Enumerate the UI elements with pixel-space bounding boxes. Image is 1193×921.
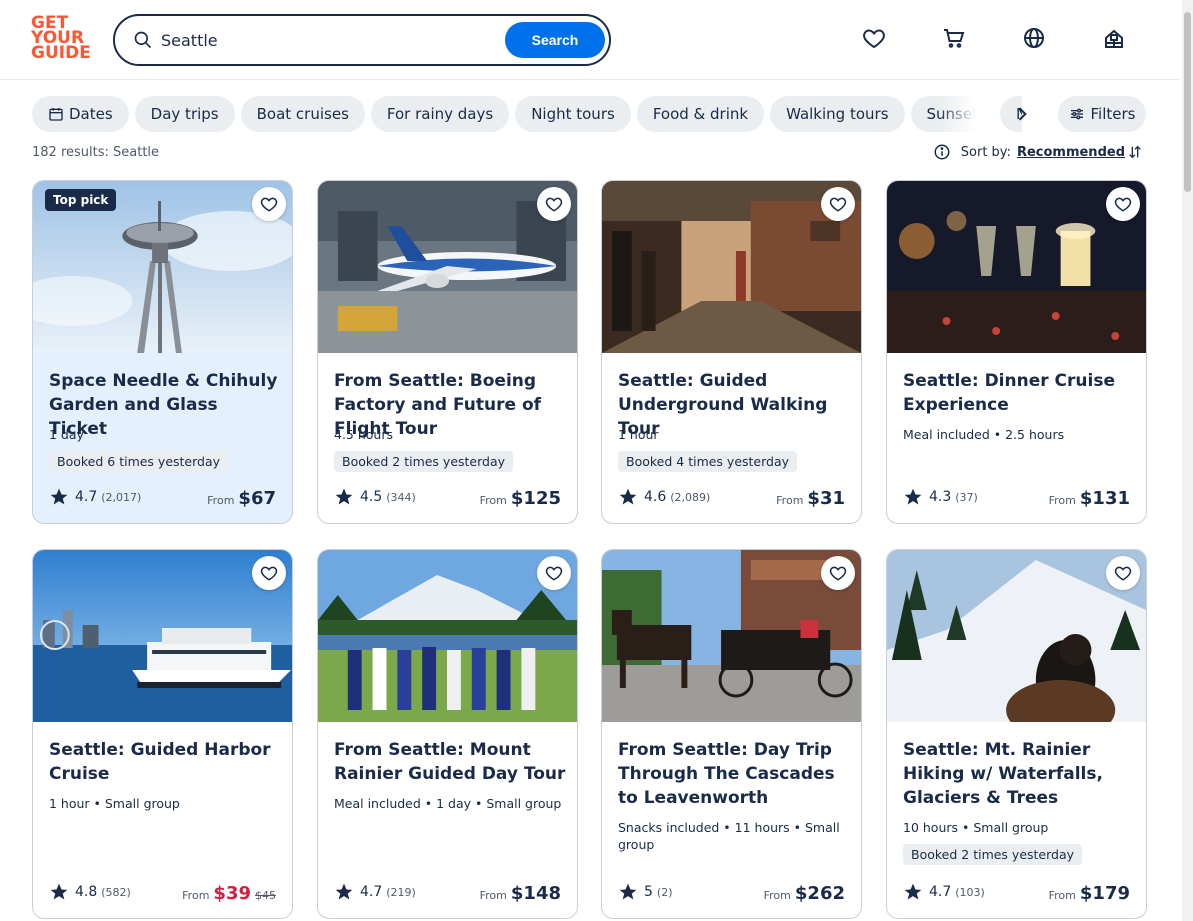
activity-title[interactable]: Seattle: Dinner Cruise Experience	[903, 369, 1135, 417]
star-icon	[50, 488, 68, 505]
chip-night-tours[interactable]: Night tours	[515, 96, 631, 132]
wishlist-button[interactable]	[252, 187, 286, 221]
globe-icon[interactable]	[1022, 26, 1046, 50]
star-icon	[335, 488, 353, 505]
activity-meta: 1 hour	[618, 427, 659, 442]
activity-card[interactable]: From Seattle: Boeing Factory and Future …	[317, 180, 578, 524]
chip-rainy-days[interactable]: For rainy days	[370, 96, 510, 132]
activity-card[interactable]: From Seattle: Day Trip Through The Casca…	[601, 549, 862, 919]
rating: 4.7 (103)	[903, 882, 985, 902]
activity-meta: 1 day	[49, 427, 84, 442]
filter-chips: Dates Day trips Boat cruises For rainy day…	[32, 96, 1022, 132]
booked-badge: Booked 2 times yesterday	[334, 451, 514, 472]
heart-icon	[260, 197, 278, 212]
activity-title[interactable]: From Seattle: Day Trip Through The Casca…	[618, 738, 850, 810]
search-input[interactable]	[161, 26, 501, 54]
activity-card[interactable]: Seattle: Guided Underground Walking Tour…	[601, 180, 862, 524]
calendar-icon	[49, 108, 63, 121]
wishlist-button[interactable]	[1106, 556, 1140, 590]
chip-food-drink[interactable]: Food & drink	[636, 96, 765, 132]
top-header: GET YOUR GUIDE Search	[0, 0, 1180, 80]
rating: 4.7 (2,017)	[49, 487, 141, 507]
heart-icon	[1114, 566, 1132, 581]
heart-icon	[545, 566, 563, 581]
rating: 4.8 (582)	[49, 882, 131, 902]
activity-title[interactable]: From Seattle: Mount Rainier Guided Day T…	[334, 738, 566, 786]
heart-icon	[1114, 197, 1132, 212]
activity-card[interactable]: From Seattle: Mount Rainier Guided Day T…	[317, 549, 578, 919]
activity-card[interactable]: Seattle: Mt. Rainier Hiking w/ Waterfall…	[886, 549, 1147, 919]
chip-boat-cruises[interactable]: Boat cruises	[240, 96, 365, 132]
scrollbar-thumb[interactable]	[1184, 12, 1191, 192]
price: From $39 $45	[182, 883, 276, 904]
star-icon	[619, 488, 637, 505]
getyourguide-logo[interactable]: GET YOUR GUIDE	[31, 15, 91, 62]
chips-fade	[940, 96, 1000, 132]
activity-meta: Meal included • 2.5 hours	[903, 427, 1065, 442]
star-icon	[335, 883, 353, 900]
price: From $148	[479, 883, 561, 904]
sort-arrows-icon	[1129, 145, 1141, 159]
rating: 5 (2)	[618, 882, 673, 902]
wishlist-button[interactable]	[821, 187, 855, 221]
wishlist-button[interactable]	[1106, 187, 1140, 221]
chevron-right-icon[interactable]	[1012, 104, 1032, 124]
heart-icon	[545, 197, 563, 212]
chip-walking-tours[interactable]: Walking tours	[770, 96, 905, 132]
search-icon	[134, 31, 152, 49]
booked-badge: Booked 2 times yesterday	[903, 844, 1083, 865]
wishlist-button[interactable]	[252, 556, 286, 590]
star-icon	[50, 883, 68, 900]
search-button[interactable]: Search	[505, 22, 605, 58]
price: From $262	[763, 883, 845, 904]
price: From $31	[776, 488, 845, 509]
heart-icon	[260, 566, 278, 581]
activity-meta: Snacks included • 11 hours • Small group	[618, 820, 840, 852]
sort-control[interactable]: Sort by: Recommended	[931, 143, 1145, 161]
rating: 4.6 (2,089)	[618, 487, 710, 507]
results-summary: 182 results: Seattle	[32, 145, 160, 160]
rating: 4.7 (219)	[334, 882, 416, 902]
sliders-icon	[1070, 108, 1083, 120]
heart-icon	[829, 566, 847, 581]
heart-icon	[829, 197, 847, 212]
wishlist-button[interactable]	[537, 187, 571, 221]
search-bar: Search	[113, 14, 611, 66]
activity-title[interactable]: Seattle: Guided Harbor Cruise	[49, 738, 281, 786]
wishlist-button[interactable]	[821, 556, 855, 590]
wishlist-button[interactable]	[537, 556, 571, 590]
activity-meta: 1 hour • Small group	[49, 796, 180, 811]
booked-badge: Booked 4 times yesterday	[618, 451, 798, 472]
rating: 4.3 (37)	[903, 487, 978, 507]
price: From $125	[479, 488, 561, 509]
top-pick-badge: Top pick	[45, 189, 117, 211]
booked-badge: Booked 6 times yesterday	[49, 451, 229, 472]
chip-day-trips[interactable]: Day trips	[134, 96, 235, 132]
cart-icon[interactable]	[942, 26, 966, 50]
activity-title[interactable]: Seattle: Mt. Rainier Hiking w/ Waterfall…	[903, 738, 1135, 810]
activity-card[interactable]: Seattle: Guided Harbor Cruise 1 hour • S…	[32, 549, 293, 919]
star-icon	[904, 488, 922, 505]
rating: 4.5 (344)	[334, 487, 416, 507]
price: From $131	[1048, 488, 1130, 509]
activity-meta: Meal included • 1 day • Small group	[334, 796, 562, 811]
activity-card[interactable]: Top pick Space Needle & Chihuly Garden a…	[32, 180, 293, 524]
chip-dates[interactable]: Dates	[32, 96, 129, 132]
filters-button[interactable]: Filters	[1058, 96, 1146, 132]
price: From $67	[207, 488, 276, 509]
price: From $179	[1048, 883, 1130, 904]
activity-card[interactable]: Seattle: Dinner Cruise Experience Meal i…	[886, 180, 1147, 524]
heart-icon[interactable]	[862, 26, 886, 50]
activity-meta: 4.5 hours	[334, 427, 393, 442]
star-icon	[619, 883, 637, 900]
activity-meta: 10 hours • Small group	[903, 820, 1049, 835]
info-icon[interactable]	[933, 143, 951, 161]
profile-icon[interactable]	[1102, 26, 1126, 50]
star-icon	[904, 883, 922, 900]
page-scrollbar[interactable]	[1182, 0, 1193, 921]
